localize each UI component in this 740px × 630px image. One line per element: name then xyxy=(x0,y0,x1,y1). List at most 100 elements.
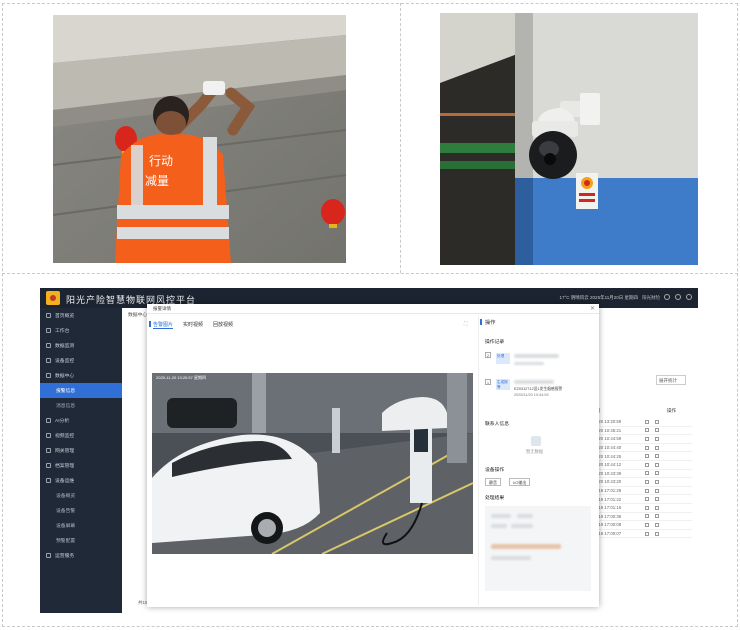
step-1-blurred xyxy=(514,354,559,358)
edit-icon[interactable] xyxy=(655,471,660,476)
empty-box-icon xyxy=(531,436,541,446)
modal-tabs: 告警图片 实时视频 回放视频 xyxy=(148,321,233,329)
view-icon[interactable] xyxy=(645,454,650,459)
edit-icon[interactable] xyxy=(655,462,660,467)
view-icon[interactable] xyxy=(645,497,650,502)
settings-icon[interactable] xyxy=(664,294,670,300)
fullscreen-icon[interactable]: ⛶ xyxy=(464,321,468,327)
view-icon[interactable] xyxy=(645,436,650,441)
edit-icon[interactable] xyxy=(655,531,660,536)
alarm-detail-modal: 报警详情 ✕ 告警图片 实时视频 回放视频 ⛶ 2025-11-20 13:20… xyxy=(147,304,599,607)
sidebar-item-label: 消息信息 xyxy=(56,404,76,409)
contact-title: 联系人信息 xyxy=(485,422,509,427)
view-icon[interactable] xyxy=(645,488,650,493)
no-data-text: 暂无数据 xyxy=(526,449,544,454)
step-2-marker: 1 xyxy=(485,379,491,385)
edit-icon[interactable] xyxy=(655,454,660,459)
sidebar-item[interactable]: 数据监测 xyxy=(40,338,122,353)
vertical-divider xyxy=(400,3,401,273)
sidebar-item-label: 设备屏幕 xyxy=(56,524,76,529)
sidebar-item[interactable]: 数据中心 xyxy=(40,368,122,383)
tab-playback-video[interactable]: 回放视频 xyxy=(213,321,233,329)
sidebar-item[interactable]: 设备告警 xyxy=(40,503,122,518)
op-col-header: 操作 xyxy=(667,408,676,413)
mute-button[interactable]: 静音 xyxy=(485,478,501,486)
menu-icon xyxy=(46,463,51,468)
edit-icon[interactable] xyxy=(655,488,660,493)
tab-live-video[interactable]: 实时视频 xyxy=(183,321,203,329)
step-2-tag: 生成报警 xyxy=(496,379,510,390)
edit-icon[interactable] xyxy=(655,479,660,484)
panel-title: 操作 xyxy=(479,319,496,326)
step-2-time: 2025/11/20 10:44:59 xyxy=(514,393,549,397)
breadcrumb[interactable]: 数据中心 xyxy=(128,311,147,318)
edit-icon[interactable] xyxy=(655,419,660,424)
modal-title: 报警详情 xyxy=(153,306,171,311)
brand-logo xyxy=(46,291,60,305)
sidebar-item-label: 视频监控 xyxy=(55,434,75,439)
user-icon[interactable] xyxy=(686,294,692,300)
edit-icon[interactable] xyxy=(655,436,660,441)
tab-alarm-image[interactable]: 告警图片 xyxy=(153,321,174,329)
edit-icon[interactable] xyxy=(655,428,660,433)
svg-text:行动: 行动 xyxy=(149,154,173,168)
top-user[interactable]: 阳光财险 xyxy=(642,295,660,301)
view-icon[interactable] xyxy=(645,479,650,484)
edit-icon[interactable] xyxy=(655,497,660,502)
sidebar-item[interactable]: 设备运维 xyxy=(40,473,122,488)
device-ops-title: 设备操作 xyxy=(485,468,505,473)
sidebar-item[interactable]: 视频监控 xyxy=(40,428,122,443)
sidebar-item-label: 报警信息 xyxy=(56,389,76,394)
bell-icon[interactable] xyxy=(675,294,681,300)
sidebar-item[interactable]: 工作台 xyxy=(40,323,122,338)
sidebar-item[interactable]: 设备概览 xyxy=(40,488,122,503)
edit-icon[interactable] xyxy=(655,445,660,450)
view-icon[interactable] xyxy=(645,531,650,536)
step-2-blurred xyxy=(514,380,554,384)
sidebar: 首页概览工作台 数据监测 设备监控 数据中心报警信息消息信息 AI分析视频监控网关管理档… xyxy=(40,308,122,613)
view-icon[interactable] xyxy=(645,514,650,519)
platform-screenshot: 阳光产险智慧物联网风控平台 17°C 阴晴风云 2025年11月20日 星期四 … xyxy=(40,288,698,613)
sidebar-item[interactable]: 设备监控 xyxy=(40,353,122,368)
edit-icon[interactable] xyxy=(655,514,660,519)
step-1-marker: 2 xyxy=(485,352,491,358)
sidebar-item[interactable]: AI分析 xyxy=(40,413,122,428)
sidebar-item[interactable]: 运营服务 xyxy=(40,548,122,563)
view-icon[interactable] xyxy=(645,419,650,424)
expand-stats-button[interactable]: 展开统计 xyxy=(656,375,686,385)
sidebar-item[interactable]: 报警信息 xyxy=(40,383,122,398)
view-icon[interactable] xyxy=(645,522,650,527)
horizontal-divider xyxy=(2,273,738,274)
step-1-tag: 处理 xyxy=(496,353,510,364)
sidebar-item-label: 设备告警 xyxy=(56,509,76,514)
sidebar-item[interactable]: 首页概览 xyxy=(40,308,122,323)
sidebar-item[interactable]: 消息信息 xyxy=(40,398,122,413)
sidebar-item[interactable]: 设备屏幕 xyxy=(40,518,122,533)
menu-icon xyxy=(46,358,51,363)
close-icon[interactable]: ✕ xyxy=(590,305,595,312)
sidebar-item[interactable]: 预警配置 xyxy=(40,533,122,548)
menu-icon xyxy=(46,553,51,558)
sidebar-item-label: 首页概览 xyxy=(55,314,75,319)
records-title: 操作记录 xyxy=(485,340,505,345)
top-icons xyxy=(664,294,692,300)
view-icon[interactable] xyxy=(645,428,650,433)
top-info: 17°C 阴晴风云 2025年11月20日 星期四 xyxy=(559,295,639,300)
view-icon[interactable] xyxy=(645,445,650,450)
sidebar-item-label: 网关管理 xyxy=(55,449,75,454)
menu-icon xyxy=(46,313,51,318)
menu-icon xyxy=(46,478,51,483)
view-icon[interactable] xyxy=(645,471,650,476)
operation-panel: 操作 操作记录 2 处理 1 生成报警 EZ0312712设1发生烟感报警 20… xyxy=(478,316,596,605)
view-icon[interactable] xyxy=(645,462,650,467)
result-box xyxy=(485,506,591,591)
edit-icon[interactable] xyxy=(655,522,660,527)
edit-icon[interactable] xyxy=(655,505,660,510)
io-output-button[interactable]: I/O输出 xyxy=(509,478,531,486)
sidebar-item-label: 预警配置 xyxy=(56,539,76,544)
view-icon[interactable] xyxy=(645,505,650,510)
menu-icon xyxy=(46,343,51,348)
menu-icon xyxy=(46,373,51,378)
sidebar-item[interactable]: 档案管理 xyxy=(40,458,122,473)
sidebar-item[interactable]: 网关管理 xyxy=(40,443,122,458)
